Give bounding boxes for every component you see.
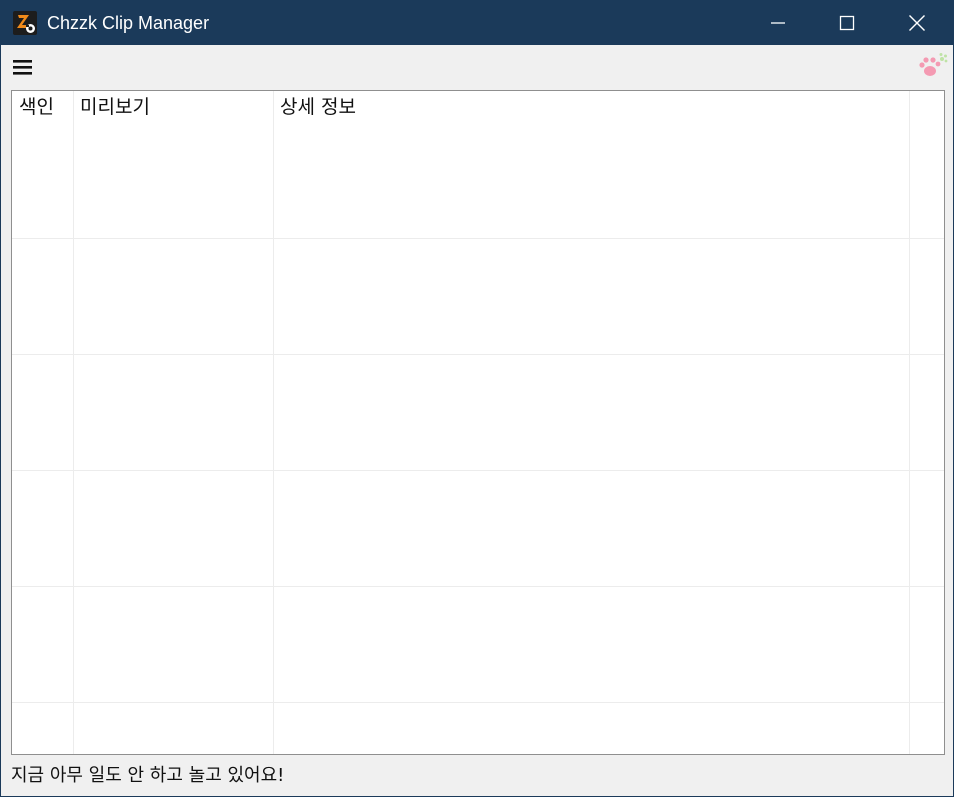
row-divider: [12, 470, 944, 471]
close-icon: [908, 14, 926, 32]
window-title: Chzzk Clip Manager: [47, 13, 210, 33]
clip-list-grid[interactable]: 색인 미리보기 상세 정보: [11, 90, 945, 755]
column-header-extra[interactable]: [909, 91, 944, 124]
title-bar[interactable]: Chzzk Clip Manager: [1, 1, 953, 45]
row-divider: [12, 238, 944, 239]
toolbar: [1, 45, 953, 89]
app-window: Chzzk Clip Manager 색인 미리보기 상세 정보 지금 아무 일…: [0, 0, 954, 797]
minimize-icon: [770, 15, 786, 31]
column-header-details[interactable]: 상세 정보: [273, 91, 909, 124]
column-header-preview[interactable]: 미리보기: [73, 91, 273, 124]
hamburger-menu-icon[interactable]: [12, 57, 34, 77]
column-divider: [73, 91, 74, 754]
row-divider: [12, 586, 944, 587]
row-divider: [12, 702, 944, 703]
column-header-index[interactable]: 색인: [12, 91, 73, 124]
maximize-icon: [839, 15, 855, 31]
status-text: 지금 아무 일도 안 하고 놀고 있어요!: [11, 765, 285, 786]
column-divider: [273, 91, 274, 754]
paw-icon[interactable]: [915, 51, 949, 81]
close-button[interactable]: [882, 1, 952, 45]
app-logo-icon: [13, 11, 37, 35]
maximize-button[interactable]: [812, 1, 882, 45]
row-divider: [12, 354, 944, 355]
minimize-button[interactable]: [743, 1, 813, 45]
column-divider: [909, 91, 910, 754]
